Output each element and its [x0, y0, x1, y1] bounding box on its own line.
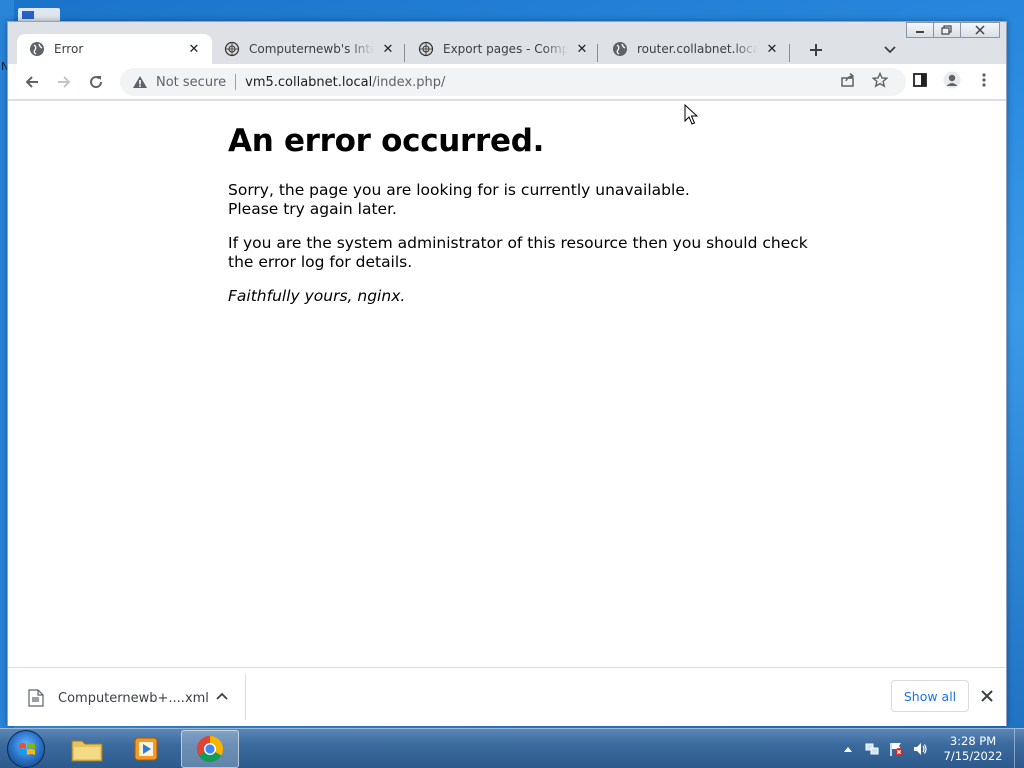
chevron-up-icon [216, 692, 228, 700]
star-icon [872, 72, 888, 88]
tab-strip: Error ✕ Computernewb's Interne ✕ Export … [8, 30, 1006, 64]
windows-logo-icon [19, 743, 35, 755]
wiki-icon [418, 41, 434, 57]
close-icon [981, 690, 993, 702]
download-filename: Computernewb+....xml [58, 690, 209, 706]
taskbar: 3:28 PM 7/15/2022 [0, 728, 1024, 768]
omnibox-divider [235, 74, 237, 90]
tab-error[interactable]: Error ✕ [17, 34, 212, 64]
page-content: An error occurred. Sorry, the page you a… [8, 101, 1006, 667]
plus-icon [810, 44, 822, 56]
back-button[interactable] [20, 70, 44, 94]
reload-button[interactable] [84, 70, 108, 94]
tab-router[interactable]: router.collabnet.local/bl ✕ [600, 34, 790, 64]
action-center-flag-icon[interactable] [888, 741, 904, 757]
close-download-bar-button[interactable] [979, 688, 995, 704]
desktop-recycle-icon[interactable] [18, 8, 60, 22]
tab-title: Computernewb's Interne [249, 42, 374, 56]
globe-icon [612, 41, 628, 57]
arrow-left-icon [25, 76, 38, 88]
page-title: An error occurred. [228, 123, 545, 159]
chrome-icon [196, 735, 224, 763]
new-tab-button[interactable] [804, 38, 828, 62]
show-hidden-icons-button[interactable] [840, 741, 856, 757]
forward-button[interactable] [52, 70, 76, 94]
error-page: An error occurred. Sorry, the page you a… [228, 123, 808, 321]
tab-export-pages[interactable]: Export pages - Compute ✕ [406, 34, 600, 64]
folder-icon [71, 740, 103, 762]
side-panel-icon [913, 73, 927, 87]
system-tray [840, 729, 928, 768]
url-path: /index.php/ [372, 74, 446, 90]
globe-icon [29, 41, 45, 57]
tab-search-button[interactable] [880, 40, 900, 60]
mouse-cursor-icon [684, 104, 698, 125]
wiki-icon [224, 41, 240, 57]
chevron-down-icon [884, 46, 896, 54]
security-status[interactable]: Not secure [156, 75, 226, 90]
bookmark-button[interactable] [868, 68, 892, 92]
menu-button[interactable] [972, 68, 996, 92]
avatar-icon [943, 71, 961, 89]
tab-separator [597, 44, 598, 62]
volume-icon[interactable] [912, 741, 928, 757]
triangle-up-icon [844, 747, 852, 752]
download-item[interactable]: Computernewb+....xml [28, 682, 209, 714]
network-icon[interactable] [864, 741, 880, 757]
signature: Faithfully yours, nginx. [228, 287, 406, 305]
warning-icon[interactable] [132, 74, 148, 90]
tab-separator [789, 44, 790, 62]
close-tab-icon[interactable]: ✕ [186, 41, 202, 57]
address-bar[interactable]: Not secure vm5.collabnet.local/index.php… [120, 68, 906, 96]
media-player-icon [134, 737, 158, 761]
tab-title: Error [54, 42, 84, 56]
taskbar-explorer[interactable] [58, 730, 116, 768]
url-text[interactable]: vm5.collabnet.local/index.php/ [245, 75, 445, 90]
clock-time: 3:28 PM [949, 734, 997, 748]
close-tab-icon[interactable]: ✕ [574, 41, 590, 57]
profile-button[interactable] [940, 68, 964, 92]
share-button[interactable] [836, 68, 860, 92]
kebab-menu-icon [982, 73, 986, 87]
tab-computernewb[interactable]: Computernewb's Interne ✕ [212, 34, 406, 64]
error-line-1: Sorry, the page you are looking for is c… [228, 181, 690, 199]
tab-title: Export pages - Compute [443, 42, 568, 56]
show-desktop-button[interactable] [1014, 729, 1024, 768]
error-message: Sorry, the page you are looking for is c… [228, 181, 808, 219]
tab-separator [404, 44, 405, 62]
admin-note: If you are the system administrator of t… [228, 234, 808, 271]
tab-title: router.collabnet.local/bl [637, 42, 758, 56]
share-icon [841, 72, 855, 87]
start-button[interactable] [7, 730, 45, 768]
taskbar-media-player[interactable] [118, 730, 176, 768]
clock-date: 7/15/2022 [943, 749, 1003, 763]
file-icon [28, 689, 44, 707]
url-host: vm5.collabnet.local [245, 74, 373, 90]
arrow-right-icon [58, 76, 71, 88]
reload-icon [90, 76, 103, 89]
clock[interactable]: 3:28 PM 7/15/2022 [935, 734, 1011, 764]
side-panel-button[interactable] [908, 68, 932, 92]
download-bar: Computernewb+....xml Show all [8, 667, 1006, 726]
close-tab-icon[interactable]: ✕ [380, 41, 396, 57]
error-line-2: Please try again later. [228, 200, 397, 218]
show-all-button[interactable]: Show all [891, 680, 969, 712]
browser-toolbar: Not secure vm5.collabnet.local/index.php… [8, 64, 1006, 100]
browser-window: Error ✕ Computernewb's Interne ✕ Export … [7, 21, 1007, 726]
download-options-button[interactable] [214, 688, 230, 704]
close-tab-icon[interactable]: ✕ [764, 41, 780, 57]
download-divider [245, 674, 246, 720]
taskbar-chrome[interactable] [181, 730, 239, 768]
